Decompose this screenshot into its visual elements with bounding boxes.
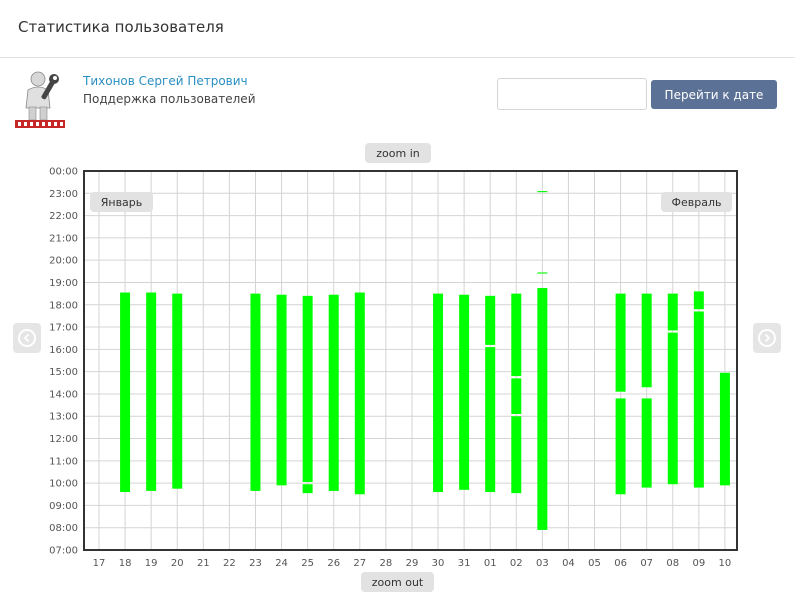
activity-bar	[537, 288, 548, 530]
activity-bar	[667, 293, 678, 331]
activity-bar	[511, 293, 522, 377]
y-tick-label: 23:00	[49, 189, 78, 200]
x-tick-label: 24	[275, 558, 288, 569]
activity-bar	[641, 293, 652, 388]
activity-bar	[328, 294, 339, 491]
x-tick-label: 31	[458, 558, 471, 569]
activity-bar	[172, 293, 183, 489]
x-tick-label: 06	[614, 558, 627, 569]
y-tick-label: 00:00	[49, 167, 78, 178]
activity-bar	[667, 332, 678, 485]
y-tick-label: 12:00	[49, 434, 78, 445]
y-tick-label: 07:00	[49, 546, 78, 557]
x-tick-label: 18	[119, 558, 132, 569]
activity-bar	[354, 292, 365, 495]
activity-bar	[433, 293, 444, 493]
y-tick-label: 15:00	[49, 367, 78, 378]
y-tick-label: 17:00	[49, 323, 78, 334]
activity-bar	[719, 372, 730, 486]
x-axis-labels: 17 18 19 20 21 22 23 24 25 26 27 28 29 30 31 01 02 03 04 05…	[93, 558, 732, 569]
activity-bar	[615, 398, 626, 495]
y-tick-label: 21:00	[49, 233, 78, 244]
activity-bar	[146, 292, 157, 491]
y-tick-label: 14:00	[49, 389, 78, 400]
x-tick-label: 08	[666, 558, 679, 569]
x-tick-label: 19	[145, 558, 158, 569]
month-label-left: Январь	[90, 192, 153, 212]
x-tick-label: 28	[380, 558, 393, 569]
activity-chart: 00:00 23:00 22:00 21:00 20:00 19:00 18:00 17:00…	[49, 167, 738, 569]
x-tick-label: 05	[588, 558, 601, 569]
y-tick-label: 20:00	[49, 256, 78, 267]
x-tick-label: 10	[719, 558, 732, 569]
x-tick-label: 30	[432, 558, 445, 569]
activity-bar	[641, 398, 652, 488]
activity-bar	[693, 311, 704, 488]
x-tick-label: 26	[327, 558, 340, 569]
y-tick-label: 13:00	[49, 412, 78, 423]
activity-bar	[693, 291, 704, 310]
activity-bar	[485, 295, 496, 345]
activity-bar	[537, 191, 548, 193]
activity-bar	[250, 293, 261, 491]
x-tick-label: 25	[301, 558, 314, 569]
activity-bar	[615, 293, 626, 392]
x-tick-label: 01	[484, 558, 497, 569]
x-tick-label: 29	[406, 558, 419, 569]
x-tick-label: 27	[353, 558, 366, 569]
activity-bar	[120, 292, 131, 493]
x-tick-label: 04	[562, 558, 575, 569]
y-tick-label: 10:00	[49, 479, 78, 490]
y-axis-labels: 00:00 23:00 22:00 21:00 20:00 19:00 18:00 17:00…	[49, 167, 78, 557]
y-tick-label: 22:00	[49, 211, 78, 222]
x-tick-label: 21	[197, 558, 210, 569]
x-tick-label: 22	[223, 558, 236, 569]
x-tick-label: 03	[536, 558, 549, 569]
y-tick-label: 11:00	[49, 456, 78, 467]
x-tick-label: 20	[171, 558, 184, 569]
y-tick-label: 08:00	[49, 523, 78, 534]
activity-bar	[485, 347, 496, 493]
activity-bar	[302, 484, 313, 494]
x-tick-label: 17	[93, 558, 106, 569]
y-tick-label: 16:00	[49, 345, 78, 356]
month-label-right: Февраль	[661, 192, 732, 212]
y-tick-label: 19:00	[49, 278, 78, 289]
activity-bar	[537, 272, 548, 274]
x-tick-label: 09	[692, 558, 705, 569]
y-tick-label: 18:00	[49, 300, 78, 311]
activity-bar	[511, 416, 522, 494]
activity-bar	[302, 295, 313, 483]
activity-bar	[459, 294, 470, 490]
x-tick-label: 07	[640, 558, 653, 569]
x-tick-label: 23	[249, 558, 262, 569]
x-tick-label: 02	[510, 558, 523, 569]
y-tick-label: 09:00	[49, 501, 78, 512]
chart-bars	[120, 191, 730, 530]
activity-bar	[511, 378, 522, 415]
activity-bar	[276, 294, 287, 486]
